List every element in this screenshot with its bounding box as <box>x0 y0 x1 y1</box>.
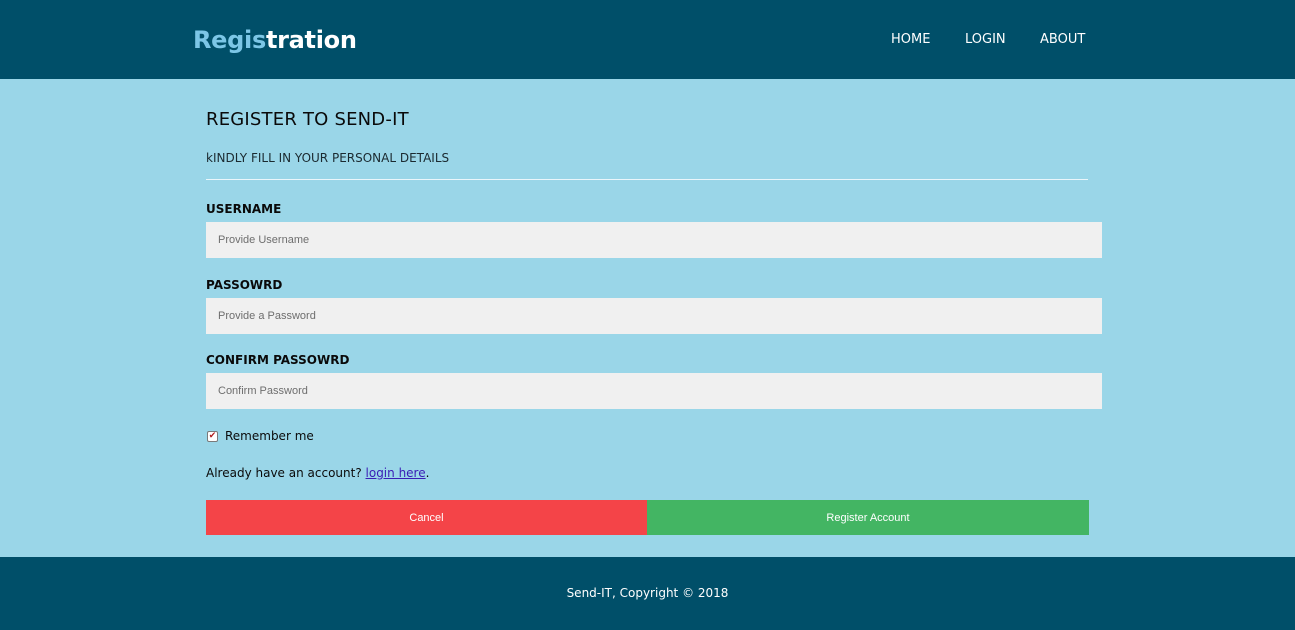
brand-text: tration <box>265 26 357 54</box>
brand-text-accent: Regis <box>193 26 266 54</box>
copyright-text: Send-IT, Copyright © 2018 <box>566 586 729 600</box>
confirm-password-label: CONFIRM PASSOWRD <box>206 353 350 367</box>
login-here-link[interactable]: login here <box>366 466 426 480</box>
account-prompt: Already have an account? login here. <box>206 465 429 481</box>
username-label: USERNAME <box>206 202 282 216</box>
password-label: PASSOWRD <box>206 278 283 292</box>
nav-about-link[interactable]: ABOUT <box>1040 31 1085 49</box>
nav-login-link[interactable]: LOGIN <box>965 31 1006 49</box>
cancel-button[interactable]: Cancel <box>206 500 647 535</box>
form-title: REGISTER TO SEND-IT <box>206 109 409 130</box>
remember-me-label[interactable]: Remember me <box>225 428 314 444</box>
remember-me-row: ✔ Remember me <box>207 428 314 444</box>
divider <box>206 179 1088 180</box>
nav-home-link[interactable]: HOME <box>891 31 930 49</box>
remember-me-checkbox[interactable]: ✔ <box>207 430 218 442</box>
username-input[interactable] <box>206 222 1102 258</box>
brand-logo[interactable]: Registration <box>193 24 357 56</box>
confirm-password-input[interactable] <box>206 373 1102 409</box>
site-footer: Send-IT, Copyright © 2018 <box>0 557 1295 630</box>
register-account-button[interactable]: Register Account <box>647 500 1089 535</box>
form-subtitle: kINDLY FILL IN YOUR PERSONAL DETAILS <box>206 151 450 165</box>
password-input[interactable] <box>206 298 1102 334</box>
account-prompt-text: Already have an account? <box>206 466 366 480</box>
account-prompt-suffix: . <box>425 466 430 480</box>
site-header: Registration HOME LOGIN ABOUT <box>0 0 1295 79</box>
